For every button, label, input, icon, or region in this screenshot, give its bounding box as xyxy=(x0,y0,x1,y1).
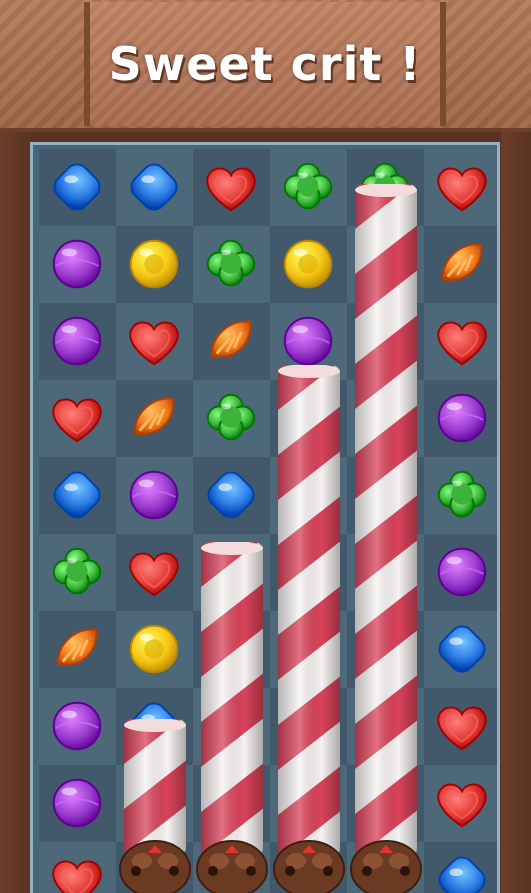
purple-candy[interactable] xyxy=(431,387,493,453)
green-candy[interactable] xyxy=(200,233,262,299)
blue-candy[interactable] xyxy=(123,156,185,222)
yellow-candy[interactable] xyxy=(277,233,339,299)
title-banner: Sweet crit ! xyxy=(0,0,531,132)
banner-title: Sweet crit ! xyxy=(108,37,422,91)
yellow-candy[interactable] xyxy=(123,233,185,299)
chocolate-blocker[interactable] xyxy=(195,833,269,893)
red-candy[interactable] xyxy=(431,156,493,222)
red-candy[interactable] xyxy=(200,156,262,222)
orange-candy[interactable] xyxy=(123,387,185,453)
green-candy[interactable] xyxy=(200,387,262,453)
orange-candy[interactable] xyxy=(200,310,262,376)
striped-candy-cane[interactable] xyxy=(201,540,263,856)
orange-candy[interactable] xyxy=(431,233,493,299)
game-board xyxy=(30,142,500,893)
blue-candy[interactable] xyxy=(46,156,108,222)
red-candy[interactable] xyxy=(123,310,185,376)
left-wood-frame xyxy=(0,132,30,893)
purple-candy[interactable] xyxy=(46,310,108,376)
red-candy[interactable] xyxy=(431,310,493,376)
right-wood-frame xyxy=(501,132,531,893)
red-candy[interactable] xyxy=(46,387,108,453)
banner-panel: Sweet crit ! xyxy=(84,2,446,126)
striped-candy-cane[interactable] xyxy=(278,363,340,856)
blue-candy[interactable] xyxy=(46,464,108,530)
blue-candy[interactable] xyxy=(200,464,262,530)
striped-candy-cane[interactable] xyxy=(355,182,417,856)
red-candy[interactable] xyxy=(46,849,108,893)
purple-candy[interactable] xyxy=(46,695,108,761)
red-candy[interactable] xyxy=(123,541,185,607)
purple-candy[interactable] xyxy=(123,464,185,530)
green-candy[interactable] xyxy=(431,464,493,530)
blue-candy[interactable] xyxy=(431,618,493,684)
green-candy[interactable] xyxy=(46,541,108,607)
purple-candy[interactable] xyxy=(46,233,108,299)
red-candy[interactable] xyxy=(431,695,493,761)
orange-candy[interactable] xyxy=(46,618,108,684)
chocolate-blocker[interactable] xyxy=(272,833,346,893)
chocolate-blocker[interactable] xyxy=(349,833,423,893)
red-candy[interactable] xyxy=(431,772,493,838)
yellow-candy[interactable] xyxy=(123,618,185,684)
blue-candy[interactable] xyxy=(431,849,493,893)
purple-candy[interactable] xyxy=(431,541,493,607)
purple-candy[interactable] xyxy=(46,772,108,838)
chocolate-blocker[interactable] xyxy=(118,833,192,893)
green-candy[interactable] xyxy=(277,156,339,222)
